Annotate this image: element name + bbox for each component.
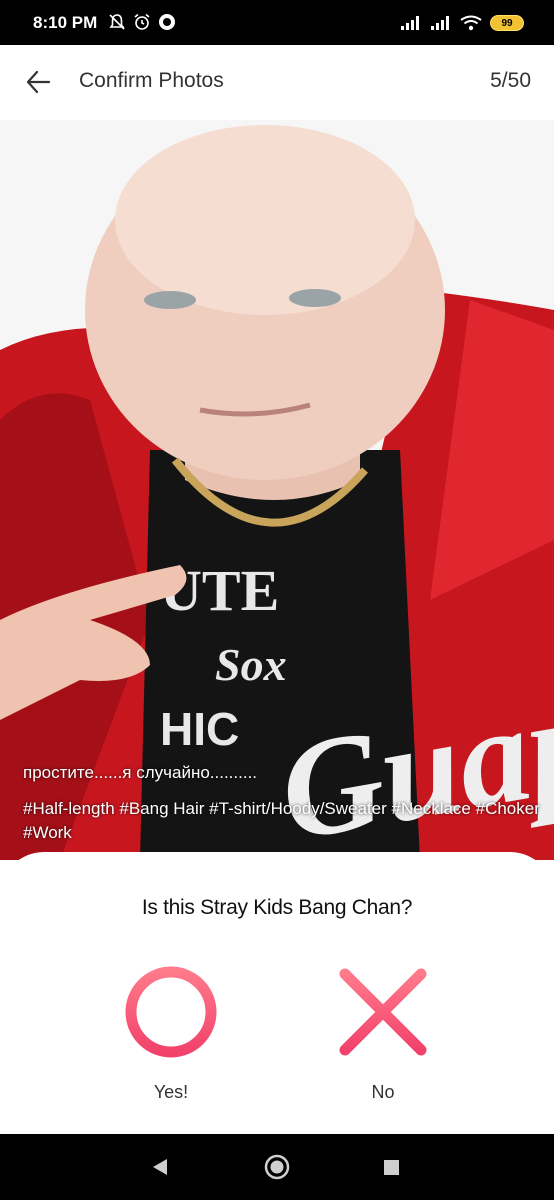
header-bar: Confirm Photos 5/50 bbox=[0, 45, 554, 120]
confirm-question: Is this Stray Kids Bang Chan? bbox=[141, 896, 413, 919]
person-photo-illustration: UTE Sox HIC Guap bbox=[0, 120, 554, 860]
svg-text:HIC: HIC bbox=[160, 703, 239, 755]
home-circle-icon[interactable] bbox=[264, 1154, 290, 1180]
svg-text:Sox: Sox bbox=[215, 639, 287, 690]
no-button[interactable]: No bbox=[333, 964, 433, 1103]
candidate-photo: UTE Sox HIC Guap bbox=[0, 120, 554, 860]
signal-icon bbox=[401, 16, 419, 30]
confirm-sheet: Is this Stray Kids Bang Chan? Yes! No bbox=[0, 852, 554, 1134]
no-label: No bbox=[371, 1082, 395, 1102]
photo-counter: 5/50 bbox=[490, 69, 531, 92]
wifi-icon bbox=[460, 15, 482, 31]
battery-level: 99 bbox=[501, 17, 513, 29]
back-triangle-icon[interactable] bbox=[150, 1156, 170, 1178]
yes-button[interactable]: Yes! bbox=[121, 964, 221, 1103]
mute-bell-icon bbox=[109, 14, 125, 30]
status-right-group: 99 bbox=[400, 13, 524, 33]
app-notification-icon bbox=[159, 14, 175, 30]
yes-label: Yes! bbox=[153, 1082, 189, 1102]
page-title: Confirm Photos bbox=[79, 69, 224, 92]
alarm-icon bbox=[134, 13, 150, 30]
signal-icon bbox=[431, 16, 449, 30]
cross-x-icon bbox=[339, 968, 427, 1056]
system-nav-bar bbox=[0, 1134, 554, 1200]
battery-indicator: 99 bbox=[490, 15, 524, 31]
back-arrow-icon[interactable] bbox=[24, 67, 54, 97]
status-time: 8:10 PM bbox=[33, 13, 98, 32]
recents-square-icon[interactable] bbox=[382, 1158, 402, 1178]
status-bar: 8:10 PM 99 bbox=[0, 0, 554, 45]
photo-tags: #Half-length #Bang Hair #T-shirt/Hoody/S… bbox=[23, 799, 540, 842]
photo-caption: простите......я случайно.......... bbox=[23, 763, 258, 782]
circle-o-icon bbox=[125, 966, 217, 1058]
